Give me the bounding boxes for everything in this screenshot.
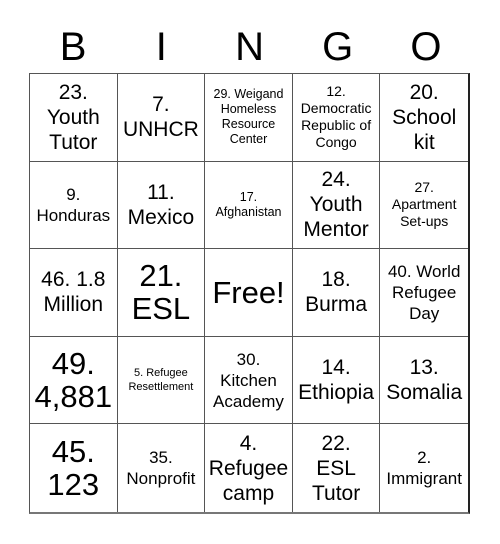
- cell-text: 40. World Refugee Day: [387, 261, 461, 323]
- bingo-cell[interactable]: 46. 1.8 Million: [30, 249, 118, 337]
- cell-text: 2. Immigrant: [386, 448, 462, 489]
- cell-text: 11. Mexico: [127, 180, 195, 229]
- bingo-cell[interactable]: 23. Youth Tutor: [30, 74, 118, 162]
- bingo-cell[interactable]: 21. ESL: [117, 249, 206, 337]
- bingo-cell[interactable]: 29. Weigand Homeless Resource Center: [205, 74, 293, 162]
- cell-text: 45. 123: [47, 434, 100, 503]
- cell-text: 35. Nonprofit: [126, 448, 196, 489]
- header-letter-o: O: [410, 25, 442, 69]
- cell-text: 21. ESL: [131, 258, 191, 327]
- bingo-cell[interactable]: 2. Immigrant: [380, 424, 468, 512]
- cell-text: 49. 4,881: [34, 346, 113, 415]
- bingo-cell[interactable]: 27. Apartment Set-ups: [380, 162, 468, 250]
- bingo-cell[interactable]: 22. ESL Tutor: [293, 424, 381, 512]
- bingo-cell[interactable]: 35. Nonprofit: [118, 424, 206, 512]
- header-letter-g: G: [322, 25, 354, 69]
- cell-text: 27. Apartment Set-ups: [391, 179, 457, 230]
- bingo-cell[interactable]: 13. Somalia: [380, 337, 468, 425]
- bingo-cell[interactable]: 9. Honduras: [30, 161, 118, 250]
- bingo-header: B I N G O: [29, 22, 470, 72]
- bingo-cell[interactable]: 7. UNHCR: [117, 74, 206, 162]
- header-letter-i: I: [155, 25, 167, 69]
- cell-text: 30. Kitchen Academy: [213, 349, 284, 411]
- header-letter-n: N: [235, 25, 264, 69]
- bingo-cell[interactable]: 30. Kitchen Academy: [205, 336, 293, 425]
- cell-text: 20. School kit: [392, 80, 457, 154]
- bingo-cell[interactable]: 20. School kit: [380, 74, 468, 162]
- bingo-card-grid: 23. Youth Tutor 7. UNHCR 29. Weigand Hom…: [29, 73, 470, 514]
- bingo-cell[interactable]: 49. 4,881: [30, 336, 118, 425]
- cell-text: 29. Weigand Homeless Resource Center: [213, 87, 284, 147]
- cell-text: 4. Refugee camp: [208, 431, 289, 505]
- cell-text: 7. UNHCR: [122, 93, 199, 142]
- cell-text: 22. ESL Tutor: [311, 431, 361, 505]
- bingo-cell[interactable]: 24. Youth Mentor: [292, 161, 381, 250]
- header-letter-b: B: [59, 25, 87, 69]
- cell-text: 13. Somalia: [386, 356, 463, 405]
- bingo-cell[interactable]: 17. Afghanistan: [205, 161, 293, 250]
- cell-text: 5. Refugee Resettlement: [128, 367, 194, 394]
- bingo-cell[interactable]: 4. Refugee camp: [205, 424, 293, 512]
- cell-text: 24. Youth Mentor: [303, 168, 369, 242]
- cell-text: 9. Honduras: [36, 184, 111, 225]
- cell-text: 12. Democratic Republic of Congo: [300, 83, 372, 151]
- cell-text: 23. Youth Tutor: [46, 80, 100, 154]
- bingo-cell[interactable]: 11. Mexico: [117, 161, 206, 250]
- bingo-cell[interactable]: 12. Democratic Republic of Congo: [292, 74, 381, 162]
- cell-text: 14. Ethiopia: [298, 356, 375, 405]
- free-space-cell[interactable]: Free!: [205, 249, 293, 337]
- cell-text: 17. Afghanistan: [215, 189, 282, 219]
- cell-text: 18. Burma: [305, 268, 368, 317]
- bingo-cell[interactable]: 14. Ethiopia: [292, 336, 381, 425]
- bingo-cell[interactable]: 5. Refugee Resettlement: [117, 336, 206, 425]
- bingo-cell[interactable]: 40. World Refugee Day: [380, 249, 468, 337]
- cell-text: Free!: [212, 274, 285, 310]
- bingo-cell[interactable]: 18. Burma: [292, 249, 381, 337]
- cell-text: 46. 1.8 Million: [41, 268, 106, 317]
- bingo-cell[interactable]: 45. 123: [30, 424, 118, 512]
